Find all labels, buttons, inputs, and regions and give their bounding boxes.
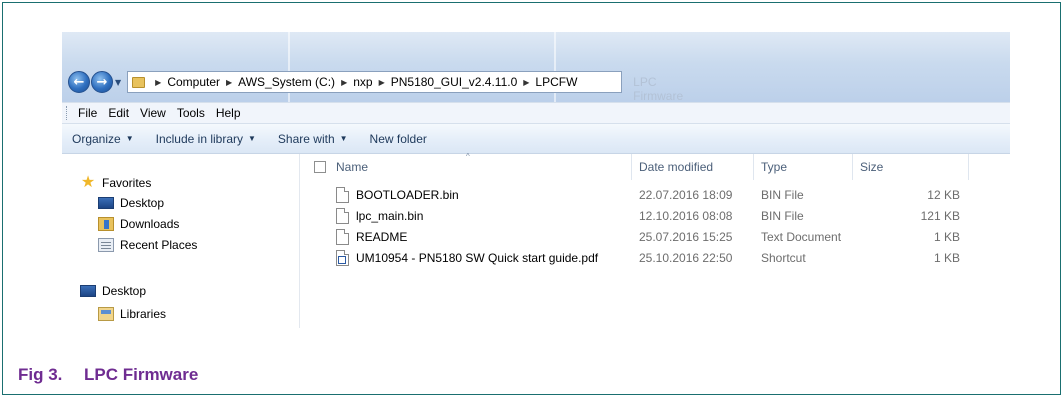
sidebar-item-label: Libraries [120,307,167,321]
menu-view[interactable]: View [140,106,166,120]
sidebar-item-label: Desktop [120,196,165,210]
command-bar: Organize ▼ Include in library ▼ Share wi… [62,124,1010,154]
chevron-down-icon: ▼ [339,134,348,143]
desktop-icon [98,197,114,209]
file-list: ^ Name Date modified Type Size BOOTLOADE… [300,152,1010,328]
organize-button[interactable]: Organize ▼ [72,132,134,146]
select-all-checkbox[interactable] [314,161,326,173]
file-date: 25.07.2016 15:25 [639,230,733,244]
sidebar-item-favorites[interactable]: ★ Favorites [80,174,152,192]
breadcrumb-item[interactable]: LPCFW [535,75,577,89]
breadcrumb-item[interactable]: PN5180_GUI_v2.4.11.0 [391,75,518,89]
include-in-library-label: Include in library [155,131,243,146]
column-divider[interactable] [852,154,853,180]
chevron-down-icon: ▼ [248,134,256,143]
address-bar[interactable]: ▶ Computer ▶ AWS_System (C:) ▶ nxp ▶ PN5… [127,71,683,103]
column-header-size[interactable]: Size [860,160,883,174]
menu-file[interactable]: File [78,106,97,120]
column-header-row: ^ Name Date modified Type Size [300,152,1010,180]
recent-pages-dropdown-icon[interactable]: ▼ [115,78,121,87]
file-type: Text Document [761,230,842,244]
breadcrumb-separator-icon[interactable]: ▶ [341,78,347,87]
figure-number: Fig 3. [18,365,63,384]
menu-edit[interactable]: Edit [108,106,129,120]
file-icon [336,229,349,245]
file-type: Shortcut [761,251,806,265]
sidebar-item-libraries[interactable]: Libraries [98,305,166,323]
file-icon [336,208,349,224]
sidebar-item-label: Desktop [102,284,147,298]
menu-grip [66,106,69,120]
recent-places-icon [98,238,114,252]
back-arrow-icon[interactable]: ← [68,71,90,93]
column-header-name[interactable]: Name [336,160,368,174]
star-icon: ★ [80,174,96,191]
sidebar-item-downloads[interactable]: Downloads [98,215,179,233]
file-size: 121 KB [920,209,960,223]
organize-label: Organize [72,131,121,146]
breadcrumb-item[interactable]: Computer [167,75,220,89]
file-date: 25.10.2016 22:50 [639,251,733,265]
shortcut-icon [336,250,349,266]
breadcrumb-separator-icon[interactable]: ▶ [155,78,161,87]
file-type: BIN File [761,209,804,223]
sidebar-item-desktop[interactable]: Desktop [98,194,164,212]
column-divider[interactable] [968,154,969,180]
file-row[interactable]: BOOTLOADER.bin 22.07.2016 18:09 BIN File… [300,184,1010,206]
navigation-pane: ★ Favorites Desktop Downloads Recent Pla… [62,154,300,328]
file-date: 22.07.2016 18:09 [639,188,733,202]
search-input[interactable]: LPC Firmware [633,75,683,103]
forward-arrow-icon[interactable]: → [91,71,113,93]
file-name: README [356,230,408,244]
breadcrumb-item[interactable]: AWS_System (C:) [238,75,335,89]
share-with-button[interactable]: Share with ▼ [278,132,348,146]
menu-help[interactable]: Help [216,106,241,120]
menu-bar: File Edit View Tools Help [62,102,1010,124]
figure-title: LPC Firmware [84,365,199,384]
column-header-type[interactable]: Type [761,160,787,174]
explorer-window: ← → ▼ ▶ Computer ▶ AWS_System (C:) ▶ nxp… [62,32,1010,328]
libraries-icon [98,307,114,321]
file-type: BIN File [761,188,804,202]
sort-ascending-icon: ^ [466,152,470,161]
desktop-icon [80,285,96,297]
file-row[interactable]: lpc_main.bin 12.10.2016 08:08 BIN File 1… [300,205,1010,227]
downloads-icon [98,217,114,231]
breadcrumb-separator-icon[interactable]: ▶ [226,78,232,87]
sidebar-item-desktop-root[interactable]: Desktop [80,282,146,300]
column-header-date[interactable]: Date modified [639,160,713,174]
column-divider[interactable] [631,154,632,180]
file-row[interactable]: README 25.07.2016 15:25 Text Document 1 … [300,226,1010,248]
breadcrumb-item[interactable]: nxp [353,75,372,89]
file-size: 1 KB [933,251,960,265]
sidebar-item-label: Recent Places [120,238,198,252]
breadcrumb-separator-icon[interactable]: ▶ [379,78,385,87]
file-row[interactable]: UM10954 - PN5180 SW Quick start guide.pd… [300,247,1010,269]
share-with-label: Share with [277,131,335,146]
navigation-row: ← → ▼ ▶ Computer ▶ AWS_System (C:) ▶ nxp… [62,68,1010,103]
file-name: lpc_main.bin [356,209,424,223]
file-name: BOOTLOADER.bin [356,188,459,202]
menu-tools[interactable]: Tools [177,106,205,120]
file-name: UM10954 - PN5180 SW Quick start guide.pd… [356,251,599,265]
breadcrumb-separator-icon[interactable]: ▶ [523,78,529,87]
file-icon [336,187,349,203]
sidebar-item-label: Downloads [120,217,180,231]
sidebar-item-label: Favorites [102,176,152,190]
file-date: 12.10.2016 08:08 [639,209,733,223]
figure-caption: Fig 3. LPC Firmware [18,365,198,385]
column-divider[interactable] [753,154,754,180]
new-folder-button[interactable]: New folder [370,132,427,146]
file-size: 12 KB [927,188,960,202]
chevron-down-icon: ▼ [125,134,134,143]
new-folder-label: New folder [369,131,427,146]
file-size: 1 KB [933,230,960,244]
include-in-library-button[interactable]: Include in library ▼ [156,132,256,146]
sidebar-item-recent-places[interactable]: Recent Places [98,236,197,254]
folder-icon [132,76,146,88]
